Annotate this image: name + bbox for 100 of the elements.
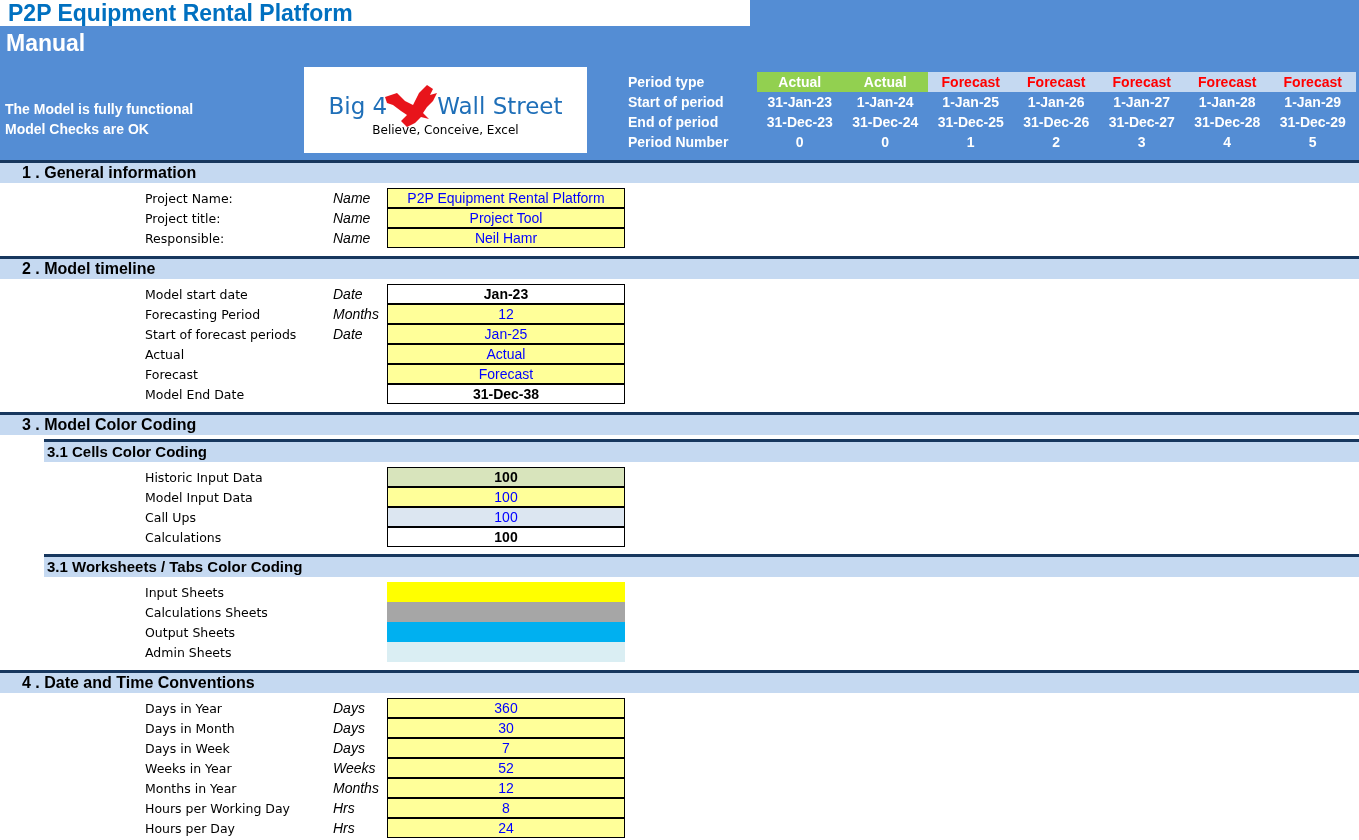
date-cell-text: 31-Dec-25 xyxy=(936,113,1005,132)
date-cell-text: 31-Dec-27 xyxy=(1107,113,1176,132)
unit-label: Name xyxy=(333,210,371,226)
value-cell: 100 xyxy=(387,486,625,507)
section-header: 3 . Model Color Coding xyxy=(0,415,1359,435)
number-cell-text: 4 xyxy=(1222,133,1233,152)
row-label: Months in Year xyxy=(145,780,238,796)
value-cell: Forecast xyxy=(387,363,625,384)
unit-label: Days xyxy=(333,700,365,716)
row-label: Weeks in Year xyxy=(145,760,233,776)
unit-label: Name xyxy=(333,190,371,206)
row-label: Project Name: xyxy=(145,190,234,206)
section-header: 1 . General information xyxy=(0,163,1359,183)
number-cell-text: 5 xyxy=(1307,133,1318,152)
row-label: Historic Input Data xyxy=(145,469,264,485)
row-label: Responsible: xyxy=(145,230,226,246)
number-cell-text: 0 xyxy=(880,133,891,152)
unit-label: Days xyxy=(333,720,365,736)
date-cell-text: 31-Jan-23 xyxy=(766,93,834,112)
value-cell: 100 xyxy=(387,506,625,527)
date-cell-text: 1-Jan-29 xyxy=(1283,93,1343,112)
unit-label: Name xyxy=(333,230,371,246)
unit-label: Date xyxy=(333,326,363,342)
date-cell-text: 1-Jan-26 xyxy=(1026,93,1086,112)
status-text: The Model is fully functional xyxy=(5,100,195,119)
row-label: Start of period xyxy=(628,93,725,112)
row-label: Model start date xyxy=(145,286,249,302)
row-label: Calculations Sheets xyxy=(145,604,269,620)
date-cell-text: 1-Jan-28 xyxy=(1197,93,1257,112)
value-cell: 24 xyxy=(387,817,625,838)
row-label: Call Ups xyxy=(145,509,197,525)
value-cell: 12 xyxy=(387,777,625,798)
value-cell: Project Tool xyxy=(387,207,625,228)
unit-label: Hrs xyxy=(333,800,355,816)
row-label: Hours per Day xyxy=(145,820,236,836)
row-label: Days in Year xyxy=(145,700,223,716)
unit-label: Date xyxy=(333,286,363,302)
date-cell-text: 1-Jan-25 xyxy=(941,93,1001,112)
date-cell-text: 31-Dec-29 xyxy=(1278,113,1347,132)
sheet-subtitle: Manual xyxy=(5,29,87,58)
row-label: Hours per Working Day xyxy=(145,800,291,816)
number-cell-text: 1 xyxy=(965,133,976,152)
logo-text: Wall Street xyxy=(437,93,563,119)
number-cell-text: 3 xyxy=(1136,133,1147,152)
value-cell: 360 xyxy=(387,698,625,718)
date-cell-text: 31-Dec-23 xyxy=(765,113,834,132)
status-text: Model Checks are OK xyxy=(5,120,150,139)
row-label: Admin Sheets xyxy=(145,644,233,660)
row-label: Days in Month xyxy=(145,720,236,736)
row-label: Input Sheets xyxy=(145,584,225,600)
value-cell: Jan-23 xyxy=(387,284,625,304)
value-cell: 30 xyxy=(387,717,625,738)
section-header: 4 . Date and Time Conventions xyxy=(0,673,1359,693)
row-label: Project title: xyxy=(145,210,222,226)
unit-label: Days xyxy=(333,740,365,756)
value-cell: 52 xyxy=(387,757,625,778)
period-type-cell: Forecast xyxy=(1184,72,1270,92)
row-label: Forecasting Period xyxy=(145,306,262,322)
value-cell: Neil Hamr xyxy=(387,227,625,248)
period-type-cell: Forecast xyxy=(1270,72,1356,92)
row-label: Model End Date xyxy=(145,386,246,402)
number-cell-text: 2 xyxy=(1051,133,1062,152)
unit-label: Weeks xyxy=(333,760,376,776)
unit-label: Hrs xyxy=(333,820,355,836)
section-header: 2 . Model timeline xyxy=(0,259,1359,279)
value-cell: 100 xyxy=(387,526,625,547)
value-cell: Jan-25 xyxy=(387,323,625,344)
row-label: End of period xyxy=(628,113,720,132)
row-label: Days in Week xyxy=(145,740,231,756)
value-cell: P2P Equipment Rental Platform xyxy=(387,188,625,208)
subsection-header: 3.1 Cells Color Coding xyxy=(44,442,1359,462)
unit-label: Months xyxy=(333,306,379,322)
date-cell-text: 1-Jan-24 xyxy=(855,93,915,112)
period-type-cell: Forecast xyxy=(1099,72,1185,92)
row-label: Calculations xyxy=(145,529,223,545)
date-cell-text: 31-Dec-28 xyxy=(1193,113,1262,132)
period-type-cell: Forecast xyxy=(1013,72,1099,92)
row-label: Actual xyxy=(145,346,186,362)
logo-tagline: Believe, Conceive, Excel xyxy=(372,123,519,137)
row-label: Forecast xyxy=(145,366,199,382)
value-cell: 100 xyxy=(387,467,625,487)
subsection-header: 3.1 Worksheets / Tabs Color Coding xyxy=(44,557,1359,577)
row-label: Model Input Data xyxy=(145,489,254,505)
row-label: Output Sheets xyxy=(145,624,237,640)
value-cell: 31-Dec-38 xyxy=(387,383,625,404)
period-type-cell: Actual xyxy=(757,72,843,92)
row-label: Period Number xyxy=(628,133,730,152)
value-cell: Actual xyxy=(387,343,625,364)
row-label: Period type xyxy=(628,73,706,92)
date-cell-text: 1-Jan-27 xyxy=(1112,93,1172,112)
date-cell-text: 31-Dec-24 xyxy=(851,113,920,132)
row-label: Start of forecast periods xyxy=(145,326,298,342)
date-cell-text: 31-Dec-26 xyxy=(1022,113,1091,132)
value-cell: 12 xyxy=(387,303,625,324)
period-type-cell: Forecast xyxy=(928,72,1014,92)
value-cell: 7 xyxy=(387,737,625,758)
value-cell: 8 xyxy=(387,797,625,818)
number-cell-text: 0 xyxy=(794,133,805,152)
logo-text: Big 4 xyxy=(328,93,388,119)
unit-label: Months xyxy=(333,780,379,796)
